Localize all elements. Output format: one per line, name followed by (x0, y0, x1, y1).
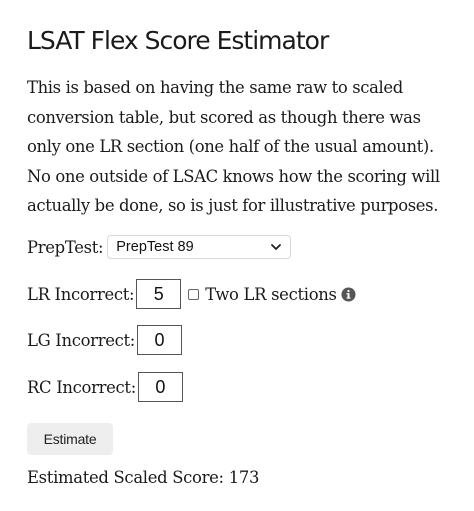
two-lr-sections-label: Two LR sections (205, 284, 337, 304)
rc-incorrect-input[interactable]: 0 (137, 372, 183, 402)
page-title: LSAT Flex Score Estimator (27, 26, 329, 55)
estimated-score-label: Estimated Scaled Score: (27, 468, 224, 487)
estimated-score: Estimated Scaled Score: 173 (27, 468, 259, 487)
lr-incorrect-label: LR Incorrect: (27, 284, 135, 304)
preptest-label: PrepTest: (27, 237, 104, 257)
info-icon[interactable] (341, 286, 356, 302)
two-lr-sections-checkbox[interactable] (188, 288, 200, 300)
lg-row: LG Incorrect: 0 (27, 325, 183, 355)
rc-row: RC Incorrect: 0 (27, 372, 183, 402)
estimate-button[interactable]: Estimate (27, 423, 113, 455)
rc-incorrect-label: RC Incorrect: (27, 377, 136, 397)
preptest-select[interactable]: PrepTest 89 (107, 235, 292, 259)
preptest-selected-value: PrepTest 89 (116, 239, 194, 255)
lr-incorrect-input[interactable]: 5 (136, 279, 182, 309)
chevron-down-icon (271, 244, 282, 250)
lg-incorrect-input[interactable]: 0 (137, 325, 183, 355)
lr-row: LR Incorrect: 5 Two LR sections (27, 279, 356, 309)
lg-incorrect-label: LG Incorrect: (27, 330, 136, 350)
estimated-score-value: 173 (228, 468, 260, 487)
description-text: This is based on having the same raw to … (27, 78, 440, 215)
preptest-row: PrepTest: PrepTest 89 (27, 234, 292, 260)
